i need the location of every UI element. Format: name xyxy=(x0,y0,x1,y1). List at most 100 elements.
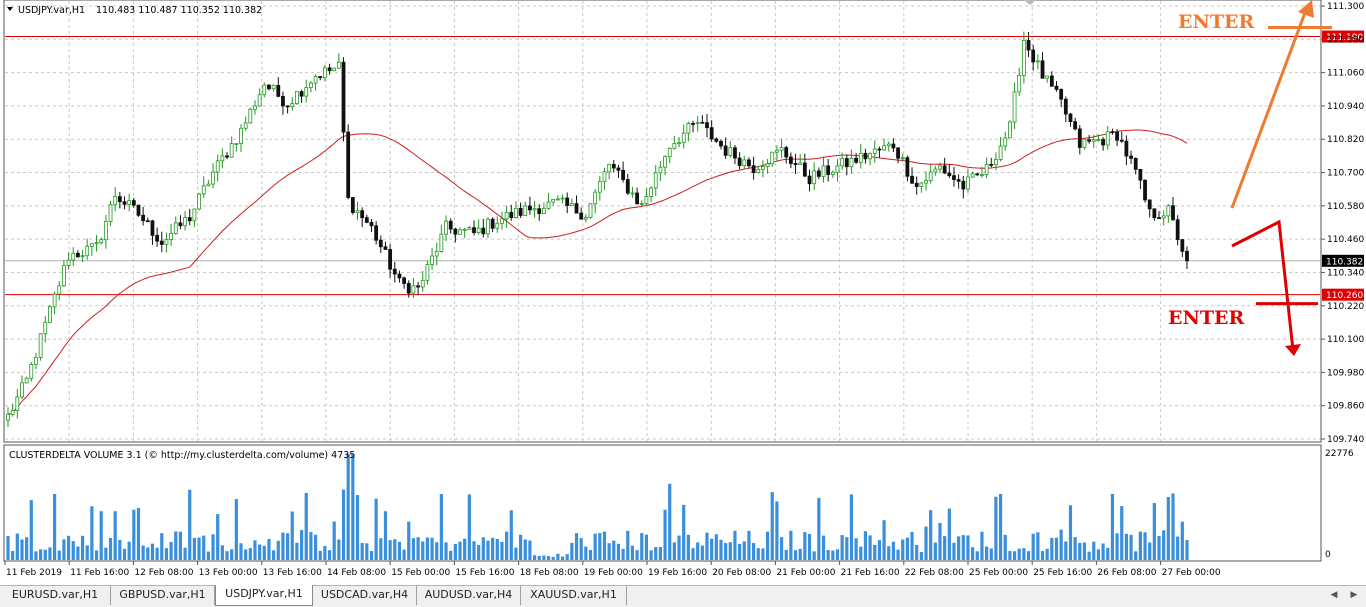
time-tick-label: 13 Feb 00:00 xyxy=(199,568,258,578)
volume-bar xyxy=(281,532,285,560)
candle-body xyxy=(756,168,761,173)
volume-bar xyxy=(756,548,760,560)
candle-body xyxy=(476,227,481,234)
candle-body xyxy=(234,143,239,145)
volume-bar xyxy=(919,551,923,560)
tab-gbpusd[interactable]: GBPUSD.var,H1 xyxy=(111,586,215,605)
volume-bar xyxy=(174,531,178,560)
volume-bar xyxy=(1045,548,1049,560)
volume-bar xyxy=(933,542,937,560)
volume-bar xyxy=(383,511,388,560)
tab-usdcad[interactable]: USDCAD.var,H4 xyxy=(313,586,417,605)
volume-bar xyxy=(202,535,206,560)
candle-body xyxy=(621,169,626,180)
main-chart-pane[interactable] xyxy=(3,0,1322,443)
candle-body xyxy=(76,252,80,258)
volume-bar xyxy=(188,489,192,560)
tab-scroll-left-icon[interactable]: ◀ xyxy=(1328,589,1340,601)
volume-bar xyxy=(989,548,993,560)
candle-body xyxy=(1035,60,1040,63)
candle-body xyxy=(1180,239,1185,252)
candle-body xyxy=(360,210,365,219)
volume-bar xyxy=(765,531,770,560)
volume-bar xyxy=(332,521,336,560)
volume-bar xyxy=(62,539,66,560)
chart-tab-bar: EURUSD.var,H1 GBPUSD.var,H1 USDJPY.var,H… xyxy=(0,585,1366,607)
candle-body xyxy=(984,164,989,175)
candle-body xyxy=(1087,139,1092,142)
volume-bar xyxy=(714,534,718,560)
volume-bar xyxy=(402,549,406,560)
candle-body xyxy=(388,249,393,270)
volume-bar xyxy=(705,532,709,560)
chart-window[interactable]: 111.190110.260110.382 ENTERENTER 111.300… xyxy=(0,0,1366,585)
candle-body xyxy=(532,208,537,211)
candle-body xyxy=(1175,219,1180,240)
volume-bar xyxy=(290,511,294,560)
volume-bar xyxy=(910,531,914,560)
tab-scroll-right-icon[interactable]: ▶ xyxy=(1348,589,1360,601)
candle-body xyxy=(99,239,104,244)
volume-bar xyxy=(127,541,131,560)
candle-body xyxy=(117,196,122,203)
indicator-pane[interactable] xyxy=(3,444,1322,562)
volume-bar xyxy=(612,540,616,560)
current-price-label: 110.382 xyxy=(1326,257,1363,267)
candle-body xyxy=(397,273,402,279)
tab-audusd[interactable]: AUDUSD.var,H4 xyxy=(417,586,521,605)
candle-body xyxy=(1008,121,1012,139)
volume-bar xyxy=(230,549,234,560)
volume-bar xyxy=(789,530,793,560)
candle-body xyxy=(276,84,281,97)
time-tick-label: 12 Feb 08:00 xyxy=(134,568,193,578)
volume-bar xyxy=(621,548,625,560)
candle-body xyxy=(733,147,737,159)
volume-bar xyxy=(486,540,490,560)
tab-usdjpy[interactable]: USDJPY.var,H1 xyxy=(215,585,313,606)
candle-body xyxy=(677,142,681,145)
volume-bar xyxy=(66,535,71,560)
candle-body xyxy=(444,220,448,235)
indicator-scale-max: 22776 xyxy=(1325,449,1354,459)
candle-body xyxy=(821,165,826,177)
volume-bar xyxy=(1166,496,1170,560)
tab-eurusd[interactable]: EURUSD.var,H1 xyxy=(0,586,111,605)
volume-bar xyxy=(1059,529,1063,560)
candle-body xyxy=(467,227,472,230)
candle-body xyxy=(924,180,928,184)
candle-body xyxy=(691,123,695,125)
volume-bar xyxy=(793,550,798,560)
volume-bar xyxy=(472,541,476,560)
volume-bar xyxy=(53,494,57,560)
candle-body xyxy=(807,175,812,185)
candle-body xyxy=(290,103,295,107)
volume-bar xyxy=(891,541,895,560)
candle-body xyxy=(211,171,215,185)
volume-bar xyxy=(197,537,201,560)
candle-body xyxy=(1040,60,1045,79)
volume-bar xyxy=(551,556,555,560)
volume-bar xyxy=(449,550,453,560)
volume-bar xyxy=(500,541,504,560)
volume-bar xyxy=(299,530,304,560)
candle-body xyxy=(639,202,644,205)
time-tick-label: 19 Feb 16:00 xyxy=(648,568,707,578)
volume-bar xyxy=(379,538,383,560)
candle-body xyxy=(15,396,20,411)
candle-body xyxy=(24,377,29,384)
volume-bar xyxy=(262,545,266,560)
volume-bar xyxy=(523,539,527,560)
candle-body xyxy=(663,156,667,168)
volume-bar xyxy=(164,548,169,560)
volume-bar xyxy=(1003,534,1007,560)
volume-bar xyxy=(1101,543,1105,560)
candle-body xyxy=(905,157,910,177)
volume-bar xyxy=(1096,549,1101,560)
volume-bar xyxy=(225,551,229,560)
volume-bar xyxy=(738,543,742,560)
candle-body xyxy=(504,211,509,220)
candle-body xyxy=(1161,215,1166,219)
volume-bar xyxy=(397,541,402,560)
volume-bar xyxy=(48,547,52,560)
tab-xauusd[interactable]: XAUUSD.var,H1 xyxy=(521,586,627,605)
